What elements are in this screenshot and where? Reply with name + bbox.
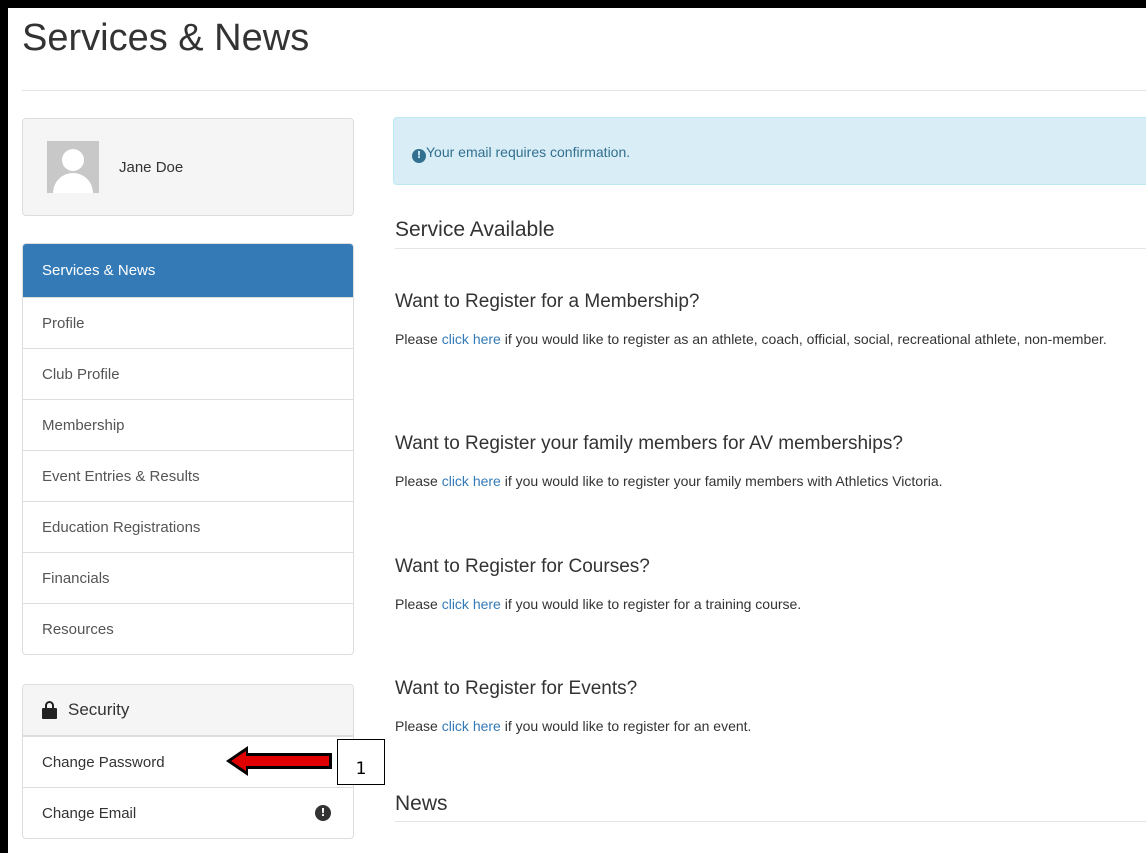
service-title: Want to Register for Courses? xyxy=(395,556,650,577)
annotation-callout: 1 xyxy=(337,739,385,785)
frame-border-top xyxy=(0,0,1146,8)
sidebar-item-resources[interactable]: Resources xyxy=(23,603,353,654)
user-name: Jane Doe xyxy=(119,159,184,176)
sidebar-nav: Services & News Profile Club Profile Mem… xyxy=(22,243,354,655)
service-description: Please click here if you would like to r… xyxy=(395,596,802,612)
service-title: Want to Register for a Membership? xyxy=(395,291,700,312)
news-heading: News xyxy=(395,792,448,815)
service-available-heading: Service Available xyxy=(395,218,555,241)
service-title: Want to Register your family members for… xyxy=(395,433,903,454)
change-email-label: Change Email xyxy=(42,805,137,822)
service-description: Please click here if you would like to r… xyxy=(395,331,1107,347)
sidebar-item-profile[interactable]: Profile xyxy=(23,297,353,348)
security-heading-label: Security xyxy=(68,700,130,719)
info-circle-icon: ! xyxy=(412,149,426,163)
family-click-here-link[interactable]: click here xyxy=(442,473,501,489)
annotation-arrow xyxy=(226,746,332,776)
change-email-link[interactable]: Change Email ! xyxy=(23,787,353,838)
security-heading: Security xyxy=(23,685,353,736)
sidebar-item-services-news[interactable]: Services & News xyxy=(23,244,353,297)
service-title: Want to Register for Events? xyxy=(395,678,638,699)
courses-click-here-link[interactable]: click here xyxy=(442,596,501,612)
sidebar-item-financials[interactable]: Financials xyxy=(23,552,353,603)
change-password-label: Change Password xyxy=(42,754,165,771)
alert-text: Your email requires confirmation. xyxy=(426,144,631,160)
user-card: Jane Doe xyxy=(22,118,354,216)
page-title: Services & News xyxy=(22,17,310,59)
service-description: Please click here if you would like to r… xyxy=(395,718,752,734)
sidebar-item-event-entries-results[interactable]: Event Entries & Results xyxy=(23,450,353,501)
membership-click-here-link[interactable]: click here xyxy=(442,331,501,347)
title-divider xyxy=(22,90,1146,91)
service-description: Please click here if you would like to r… xyxy=(395,473,943,489)
news-divider xyxy=(395,821,1146,822)
sidebar-item-membership[interactable]: Membership xyxy=(23,399,353,450)
email-confirmation-alert: ! Your email requires confirmation. xyxy=(393,117,1146,185)
service-divider xyxy=(395,248,1146,249)
sidebar-item-education-registrations[interactable]: Education Registrations xyxy=(23,501,353,552)
frame-border-left xyxy=(0,0,8,853)
avatar[interactable] xyxy=(47,141,99,193)
events-click-here-link[interactable]: click here xyxy=(442,718,501,734)
info-circle-icon: ! xyxy=(315,805,331,821)
sidebar-item-club-profile[interactable]: Club Profile xyxy=(23,348,353,399)
lock-icon xyxy=(42,701,59,719)
